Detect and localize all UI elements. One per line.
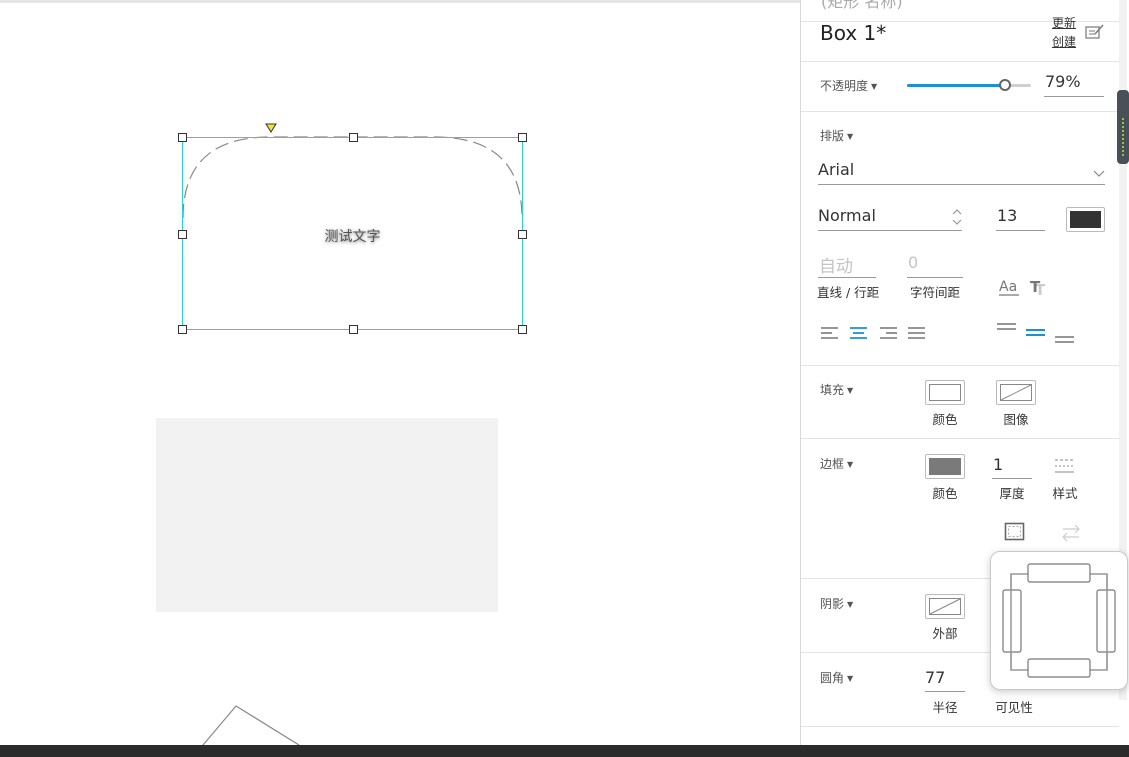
text-shadow-icon[interactable]: T T	[1029, 278, 1051, 298]
font-family-select[interactable]: Arial	[818, 160, 854, 179]
sep-2	[801, 111, 1119, 112]
stepper-icon[interactable]	[951, 207, 963, 227]
typography-label[interactable]: 排版 ▼	[820, 127, 853, 144]
valign-middle-icon[interactable]	[1025, 328, 1047, 340]
opacity-underline	[1044, 96, 1104, 97]
opacity-label[interactable]: 不透明度 ▼	[820, 77, 877, 94]
opacity-value[interactable]: 79%	[1045, 72, 1081, 91]
outer-shadow-label: 外部	[932, 626, 958, 641]
corner-radius-underline	[925, 691, 965, 692]
sep-7	[801, 726, 1119, 727]
border-visibility-popover[interactable]	[990, 551, 1128, 690]
chevron-down-icon[interactable]	[1093, 170, 1105, 178]
resize-handle-sw[interactable]	[178, 325, 187, 334]
fill-color-label: 颜色	[932, 412, 958, 427]
border-thickness-underline	[992, 478, 1032, 479]
align-right-icon[interactable]	[879, 326, 899, 340]
panel-header-cut: (矩形 名称)	[821, 0, 903, 11]
font-size-input[interactable]: 13	[997, 206, 1017, 225]
border-label[interactable]: 边框 ▼	[820, 455, 853, 472]
outer-shadow-icon	[929, 598, 961, 615]
char-spacing-input[interactable]: 0	[908, 253, 918, 272]
line-spacing-underline	[818, 277, 876, 278]
border-style-label: 样式	[1052, 486, 1078, 501]
border-visibility-icon[interactable]	[1004, 522, 1026, 542]
scroll-grip	[1122, 118, 1124, 158]
line-spacing-label: 直线 / 行距	[817, 285, 880, 300]
panel-scrollbar-thumb[interactable]	[1117, 90, 1129, 164]
line-spacing-input[interactable]: 自动	[819, 252, 853, 277]
svg-text:Aa: Aa	[999, 279, 1017, 295]
sep-3	[801, 365, 1119, 366]
fill-color-inner	[929, 384, 961, 401]
border-bottom-toggle	[1027, 658, 1091, 678]
border-left-toggle	[1002, 589, 1022, 653]
font-weight-underline	[818, 230, 962, 231]
border-color-fill	[929, 458, 961, 475]
border-sides-diagram-icon	[1002, 563, 1116, 678]
svg-text:T: T	[1030, 278, 1041, 296]
fill-image-label: 图像	[1003, 412, 1029, 427]
resize-handle-ne[interactable]	[518, 133, 527, 142]
border-thickness-input[interactable]: 1	[993, 455, 1003, 474]
opacity-slider-fill	[907, 84, 1005, 87]
corner-visibility-label: 可见性	[995, 700, 1033, 715]
widget-name[interactable]: Box 1*	[820, 21, 886, 45]
create-link[interactable]: 创建	[1049, 33, 1079, 50]
image-placeholder-icon	[1000, 384, 1032, 401]
text-case-icon[interactable]: Aa	[999, 278, 1021, 298]
font-family-underline	[818, 184, 1105, 185]
align-center-icon[interactable]	[849, 326, 869, 340]
border-top-toggle	[1027, 563, 1091, 583]
sep-1	[801, 61, 1119, 62]
valign-top-icon[interactable]	[996, 322, 1018, 334]
opacity-slider-thumb[interactable]	[998, 79, 1011, 91]
resize-handle-n[interactable]	[349, 133, 358, 142]
corner-radius-input[interactable]: 77	[925, 668, 945, 687]
border-right-toggle	[1096, 589, 1116, 653]
opacity-slider[interactable]	[907, 79, 1031, 91]
valign-bottom-icon[interactable]	[1054, 333, 1076, 345]
outer-shadow-swatch[interactable]	[925, 594, 965, 619]
resize-handle-s[interactable]	[349, 325, 358, 334]
swap-arrows-icon[interactable]	[1061, 524, 1081, 542]
border-thickness-label: 厚度	[999, 486, 1025, 501]
corner-radius-handle-icon[interactable]	[265, 122, 277, 134]
text-color-swatch[interactable]	[1066, 207, 1105, 232]
triangle-shape[interactable]	[195, 700, 315, 745]
align-left-icon[interactable]	[820, 326, 840, 340]
corner-label[interactable]: 圆角 ▼	[820, 669, 853, 686]
edit-style-icon[interactable]	[1085, 23, 1105, 41]
align-justify-icon[interactable]	[907, 326, 927, 340]
border-color-label: 颜色	[932, 486, 958, 501]
fill-image-swatch[interactable]	[996, 380, 1036, 405]
shape-text[interactable]: 测试文字	[182, 226, 523, 246]
font-weight-select[interactable]: Normal	[818, 206, 876, 225]
shadow-label[interactable]: 阴影 ▼	[820, 595, 853, 612]
resize-handle-nw[interactable]	[178, 133, 187, 142]
rounded-rect-shape-outline	[182, 136, 523, 219]
border-style-icon[interactable]	[1054, 458, 1076, 474]
border-color-swatch[interactable]	[925, 454, 965, 479]
fill-color-swatch[interactable]	[925, 380, 965, 405]
char-spacing-underline	[907, 277, 963, 278]
char-spacing-label: 字符间距	[910, 285, 961, 300]
bottom-status-bar	[0, 745, 1129, 757]
gray-placeholder-rect[interactable]	[156, 418, 498, 612]
update-link[interactable]: 更新	[1049, 14, 1079, 31]
font-size-underline	[996, 230, 1045, 231]
corner-radius-label: 半径	[932, 700, 958, 715]
fill-label[interactable]: 填充 ▼	[820, 381, 853, 398]
resize-handle-se[interactable]	[518, 325, 527, 334]
design-canvas[interactable]: 测试文字	[0, 0, 800, 745]
sep-4	[801, 438, 1119, 439]
text-color-fill	[1070, 211, 1101, 228]
